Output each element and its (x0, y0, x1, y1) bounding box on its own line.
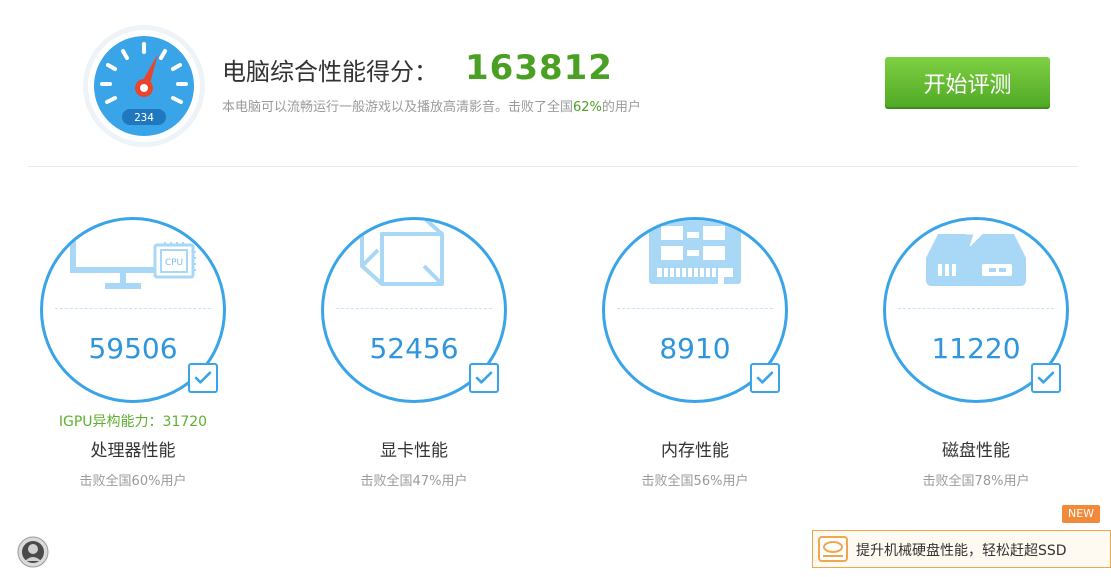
disk-beat-text: 击败全国78%用户 (922, 474, 1030, 489)
cpu-beat-text: 击败全国60%用户 (79, 474, 187, 489)
checkbox-cpu[interactable] (188, 363, 218, 393)
gauge-digits: 234 (134, 111, 154, 124)
score-label: 电脑综合性能得分： (222, 58, 438, 86)
card-memory: 8910 内存性能 击败全国56%用户 (575, 200, 815, 500)
dashed-divider (898, 308, 1054, 309)
checkbox-gpu[interactable] (469, 363, 499, 393)
disk-circle[interactable]: 11220 (883, 217, 1069, 403)
gpu-circle[interactable]: 52456 (321, 217, 507, 403)
summary-suffix: 的用户 (601, 100, 641, 115)
memory-title: 内存性能 (661, 441, 729, 461)
card-cpu: CPU 59506 IGPU异构能力：31720 处理器性能 击败全国60%用户 (13, 200, 253, 500)
gpu-title: 显卡性能 (380, 441, 448, 461)
igpu-score: IGPU异构能力：31720 (58, 414, 208, 430)
memory-circle[interactable]: 8910 (602, 217, 788, 403)
promo-text: 提升机械硬盘性能，轻松赶超SSD (856, 543, 1067, 559)
checkbox-disk[interactable] (1031, 363, 1061, 393)
disk-title: 磁盘性能 (942, 441, 1010, 461)
memory-score: 8910 (659, 332, 731, 365)
ssd-promo-banner[interactable]: 提升机械硬盘性能，轻松赶超SSD (812, 530, 1111, 568)
dashed-divider (617, 308, 773, 309)
cpu-score: 59506 (88, 332, 178, 365)
avatar-icon[interactable] (17, 536, 49, 568)
start-benchmark-button[interactable]: 开始评测 (885, 57, 1050, 109)
gpu-beat-text: 击败全国47%用户 (360, 474, 468, 489)
divider (28, 166, 1078, 167)
dashed-divider (336, 308, 492, 309)
speedometer-icon: 234 (83, 25, 205, 147)
hdd-icon (818, 536, 848, 562)
disk-score: 11220 (931, 332, 1021, 365)
cpu-title: 处理器性能 (90, 441, 176, 461)
card-disk: 11220 磁盘性能 击败全国78%用户 (856, 200, 1096, 500)
checkbox-memory[interactable] (750, 363, 780, 393)
card-gpu: 52456 显卡性能 击败全国47%用户 (294, 200, 534, 500)
summary-text: 本电脑可以流畅运行一般游戏以及播放高清影音。击败了全国62%的用户 (222, 96, 641, 115)
gpu-score: 52456 (369, 332, 459, 365)
summary-percent: 62% (573, 100, 602, 115)
memory-beat-text: 击败全国56%用户 (641, 474, 749, 489)
cpu-chip-label: CPU (165, 258, 183, 268)
new-badge: NEW (1062, 505, 1100, 523)
score-value: 163812 (465, 48, 613, 88)
summary-prefix: 本电脑可以流畅运行一般游戏以及播放高清影音。击败了全国 (222, 100, 574, 115)
cpu-circle[interactable]: CPU 59506 (40, 217, 226, 403)
dashed-divider (55, 308, 211, 309)
